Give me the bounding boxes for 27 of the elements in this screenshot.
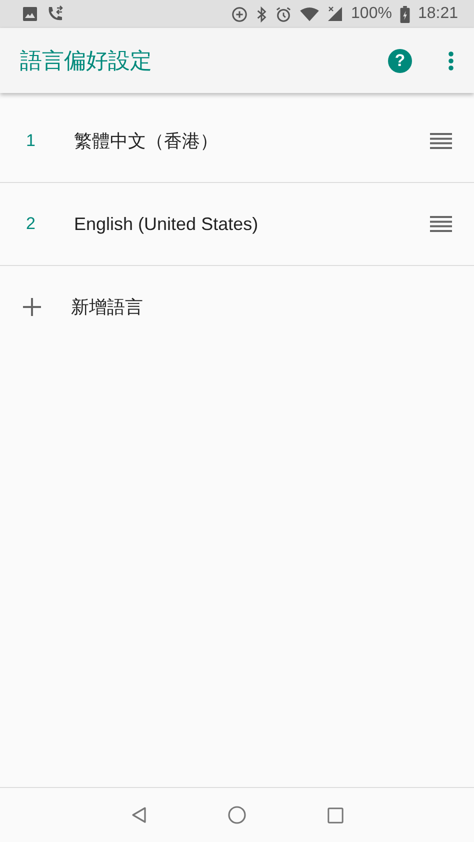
image-icon [22, 6, 38, 22]
alarm-icon [275, 6, 292, 22]
language-rank: 1 [26, 131, 36, 151]
language-item[interactable]: 1 繁體中文（香港） [0, 100, 474, 183]
clock: 18:21 [418, 5, 458, 23]
phone-icon [46, 5, 64, 23]
more-options-icon[interactable] [448, 50, 454, 70]
page-title: 語言偏好設定 [20, 48, 153, 76]
language-item[interactable]: 2 English (United States) [0, 183, 474, 266]
recents-icon[interactable] [327, 806, 344, 824]
signal-icon [327, 6, 344, 22]
drag-handle-icon[interactable] [430, 132, 452, 150]
data-saver-icon [231, 6, 248, 22]
plus-icon [23, 298, 41, 316]
language-rank: 2 [26, 214, 36, 234]
battery-percentage: 100% [351, 5, 392, 23]
battery-charging-icon [400, 6, 410, 22]
language-name: English (United States) [74, 214, 260, 234]
help-button[interactable]: ? [388, 48, 412, 72]
bluetooth-icon [256, 6, 268, 22]
home-icon[interactable] [227, 805, 248, 825]
drag-handle-icon[interactable] [430, 215, 452, 233]
language-name: 繁體中文（香港） [74, 130, 219, 153]
wifi-icon [300, 6, 320, 22]
back-icon[interactable] [130, 806, 148, 824]
add-language-label: 新增語言 [71, 296, 144, 319]
add-language-item[interactable]: 新增語言 [0, 266, 474, 348]
